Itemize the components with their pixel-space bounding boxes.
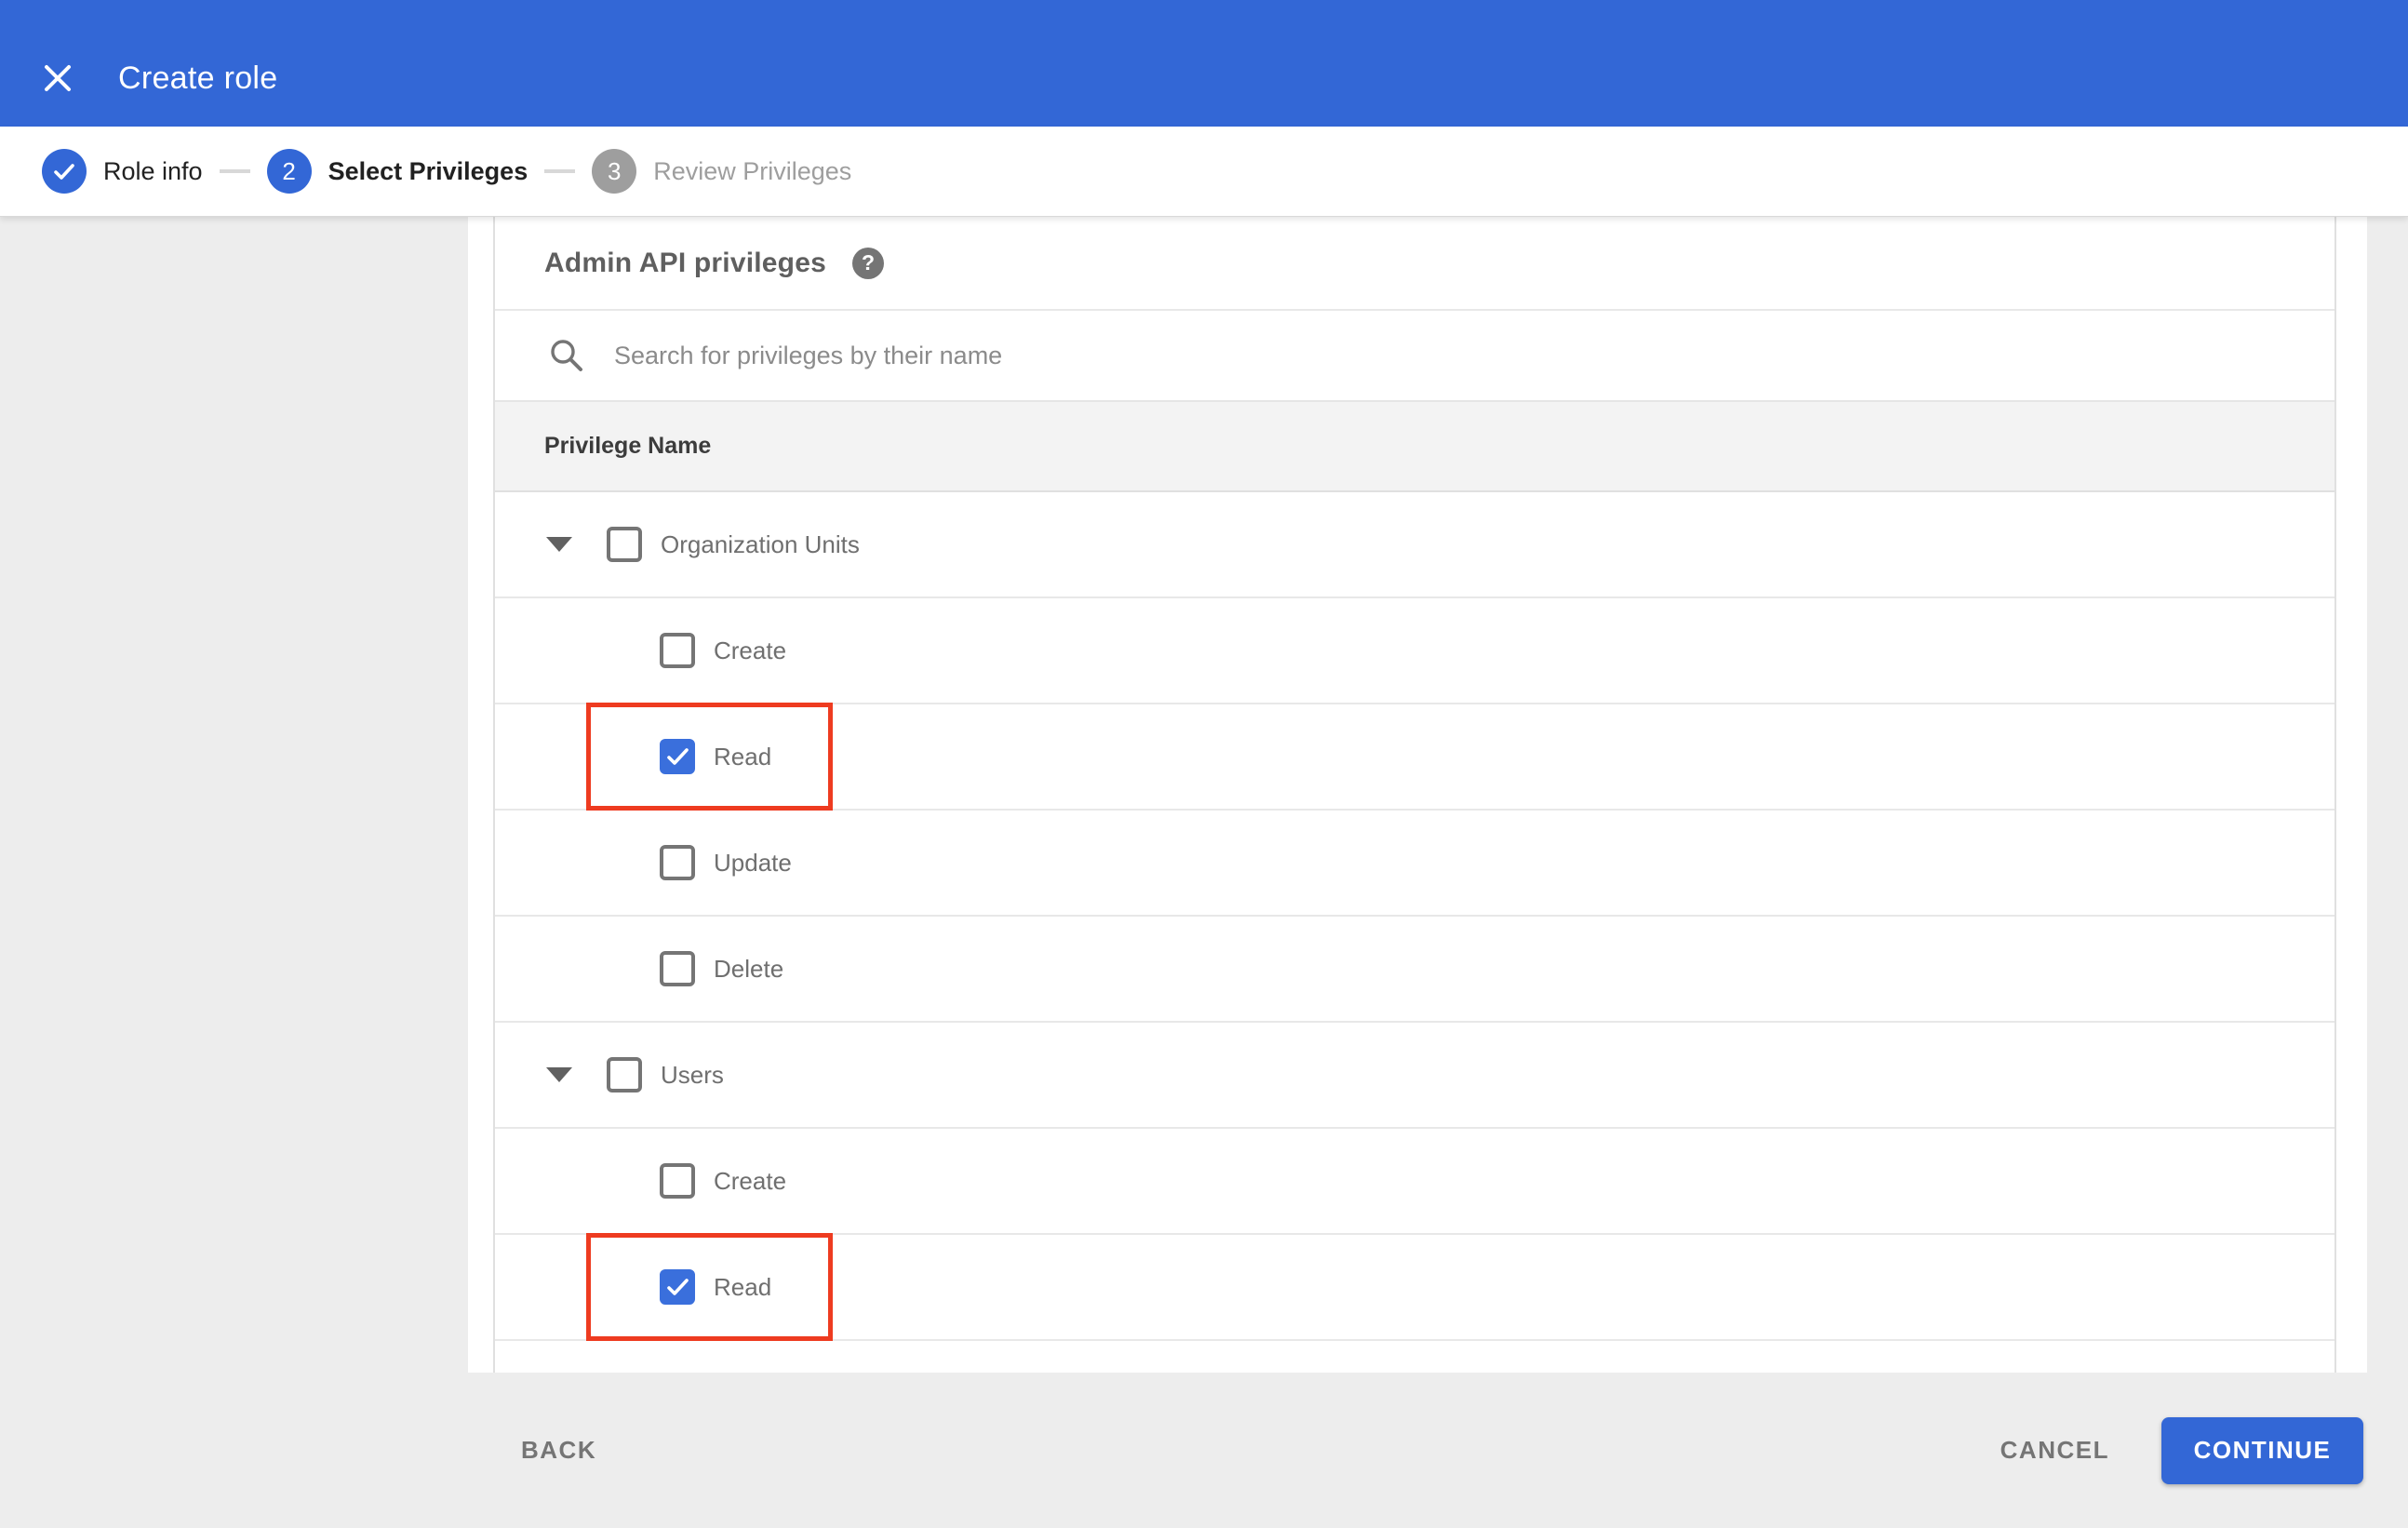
left-gutter [0, 217, 468, 1528]
privilege-label: Create [714, 1166, 787, 1195]
privilege-row: Update [495, 811, 2334, 917]
privilege-checkbox[interactable] [660, 739, 695, 774]
privilege-row [495, 1341, 2334, 1373]
privilege-checkbox[interactable] [660, 951, 695, 986]
stepper-step-role-info[interactable]: 1 Role info [42, 149, 203, 194]
search-row [495, 311, 2334, 402]
column-header-privilege-name: Privilege Name [544, 433, 712, 459]
step-circle: 3 [592, 149, 637, 194]
close-icon [43, 63, 73, 93]
privilege-checkbox[interactable] [607, 527, 642, 562]
privilege-rows: Organization Units Create Read Update Delete… [495, 492, 2334, 1373]
stepper-step-select-privileges[interactable]: 2 Select Privileges [266, 149, 528, 194]
continue-button[interactable]: CONTINUE [2161, 1416, 2363, 1484]
step-label: Role info [103, 156, 203, 185]
step-number: 2 [282, 156, 296, 185]
step-label: Review Privileges [653, 156, 852, 185]
step-circle: 1 [42, 149, 87, 194]
privilege-row: Read [495, 703, 2334, 811]
content-panel: Admin API privileges ? Privilege Name Or… [468, 217, 2367, 1373]
privilege-label: Create [714, 636, 787, 664]
privilege-checkbox[interactable] [660, 845, 695, 880]
privilege-label: Read [714, 1272, 772, 1301]
step-label: Select Privileges [328, 156, 528, 185]
check-icon [51, 158, 77, 184]
privileges-table: Admin API privileges ? Privilege Name Or… [493, 217, 2336, 1373]
privilege-label: Update [714, 848, 792, 877]
step-separator [219, 169, 250, 173]
step-separator [544, 169, 576, 173]
section-title: Admin API privileges [544, 247, 826, 278]
footer-bar: BACK CANCEL CONTINUE [0, 1373, 2408, 1528]
privilege-row: Read [495, 1233, 2334, 1341]
app-bar: Create role [0, 0, 2408, 127]
step-number: 3 [607, 156, 622, 185]
privilege-checkbox[interactable] [660, 1163, 695, 1199]
close-button[interactable] [42, 62, 74, 94]
collapse-arrow-icon[interactable] [546, 1067, 572, 1082]
privilege-label: Delete [714, 954, 784, 983]
privilege-checkbox[interactable] [607, 1057, 642, 1092]
collapse-arrow-icon[interactable] [546, 537, 572, 552]
page-title: Create role [118, 60, 278, 96]
privilege-row: Organization Units [495, 492, 2334, 598]
privilege-row: Delete [495, 917, 2334, 1023]
privilege-label: Users [661, 1060, 724, 1089]
stepper: 1 Role info 2 Select Privileges 3 Review… [0, 127, 2408, 217]
section-heading-row: Admin API privileges ? [495, 217, 2334, 311]
privilege-row: Create [495, 598, 2334, 704]
cancel-button[interactable]: CANCEL [2000, 1436, 2109, 1465]
privilege-label: Organization Units [661, 529, 860, 558]
privilege-row: Create [495, 1129, 2334, 1235]
right-gutter [2367, 217, 2408, 1528]
stepper-step-review-privileges[interactable]: 3 Review Privileges [592, 149, 851, 194]
back-button[interactable]: BACK [521, 1436, 596, 1465]
search-icon [547, 336, 586, 375]
annotation-highlight-box [586, 1233, 833, 1341]
privilege-label: Read [714, 742, 772, 771]
privilege-checkbox[interactable] [660, 633, 695, 668]
help-icon[interactable]: ? [851, 247, 884, 279]
step-circle: 2 [266, 149, 312, 194]
search-input[interactable] [612, 340, 2012, 371]
privilege-checkbox[interactable] [660, 1269, 695, 1305]
privilege-row: Users [495, 1023, 2334, 1129]
annotation-highlight-box [586, 703, 833, 811]
table-header-row: Privilege Name [495, 402, 2334, 492]
